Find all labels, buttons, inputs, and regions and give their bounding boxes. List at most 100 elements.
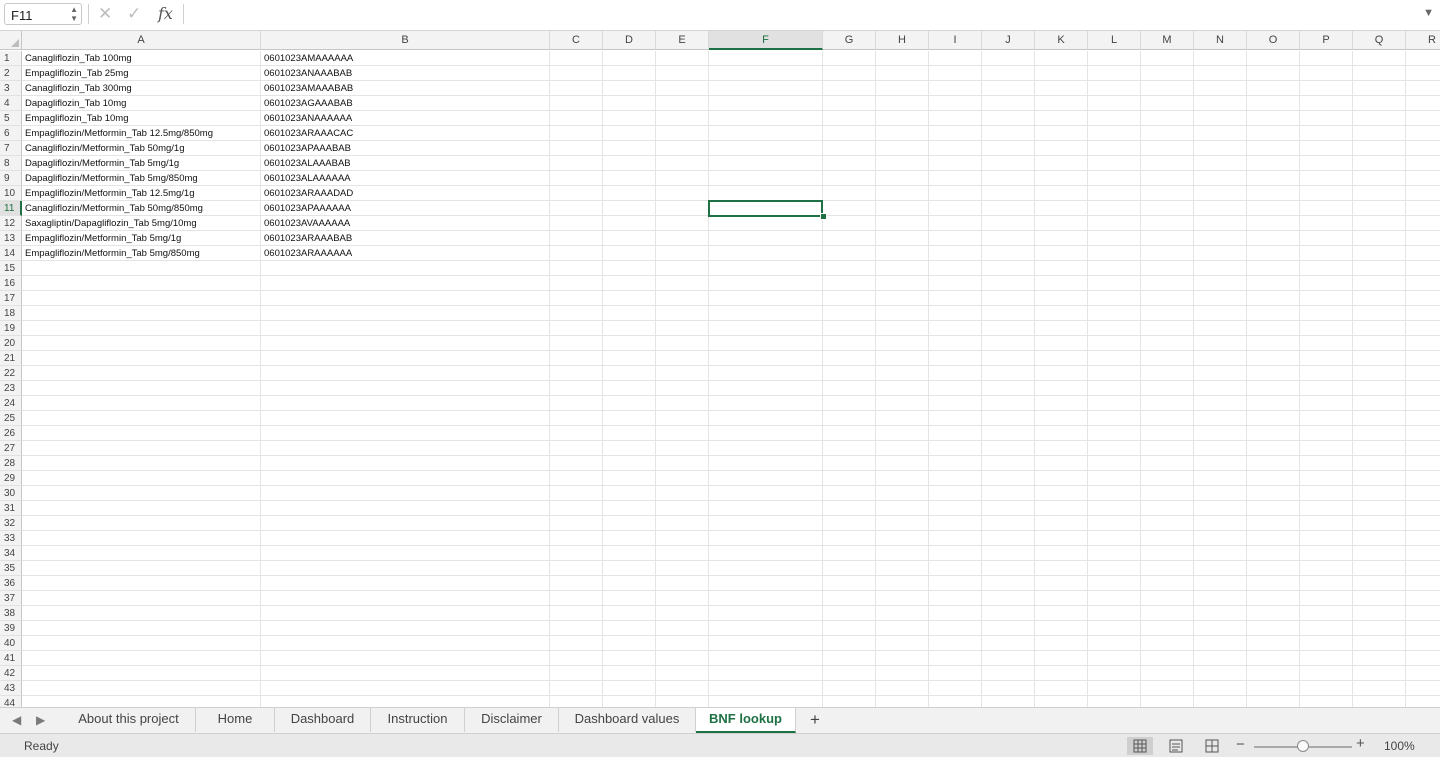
select-all-corner[interactable] xyxy=(0,31,22,50)
cell-b[interactable]: 0601023ANAAABAB xyxy=(261,66,550,81)
row-header[interactable]: 12 xyxy=(0,216,22,231)
cell-b[interactable]: 0601023APAAAAAA xyxy=(261,201,550,216)
row-header[interactable]: 4 xyxy=(0,96,22,111)
cell-b[interactable]: 0601023APAAABAB xyxy=(261,141,550,156)
active-cell-selection[interactable] xyxy=(708,200,823,217)
row-header[interactable]: 28 xyxy=(0,456,22,471)
cell-b[interactable]: 0601023ARAAACAC xyxy=(261,126,550,141)
row-header[interactable]: 17 xyxy=(0,291,22,306)
cell-b[interactable]: 0601023AGAAABAB xyxy=(261,96,550,111)
row-header[interactable]: 40 xyxy=(0,636,22,651)
cell-a[interactable]: Empagliflozin/Metformin_Tab 12.5mg/1g xyxy=(22,186,261,201)
prev-sheet-icon[interactable]: ◀ xyxy=(12,713,21,727)
row-header[interactable]: 1 xyxy=(0,51,22,66)
cell-a[interactable]: Empagliflozin_Tab 10mg xyxy=(22,111,261,126)
name-box-stepper-icon[interactable]: ▲ ▼ xyxy=(70,5,78,23)
row-header[interactable]: 9 xyxy=(0,171,22,186)
column-header-l[interactable]: L xyxy=(1088,31,1141,50)
close-icon[interactable]: ✕ xyxy=(98,4,112,24)
column-header-h[interactable]: H xyxy=(876,31,929,50)
row-header[interactable]: 14 xyxy=(0,246,22,261)
row-header[interactable]: 7 xyxy=(0,141,22,156)
row-header[interactable]: 3 xyxy=(0,81,22,96)
column-header-o[interactable]: O xyxy=(1247,31,1300,50)
row-header[interactable]: 36 xyxy=(0,576,22,591)
check-icon[interactable]: ✓ xyxy=(127,4,141,24)
row-header[interactable]: 35 xyxy=(0,561,22,576)
sheet-tab[interactable]: BNF lookup xyxy=(696,708,796,733)
fx-icon[interactable]: fx xyxy=(158,4,173,23)
row-header[interactable]: 23 xyxy=(0,381,22,396)
cell-b[interactable]: 0601023ANAAAAAA xyxy=(261,111,550,126)
cell-a[interactable]: Canagliflozin/Metformin_Tab 50mg/850mg xyxy=(22,201,261,216)
column-header-i[interactable]: I xyxy=(929,31,982,50)
sheet-tab[interactable]: Dashboard xyxy=(275,708,371,732)
column-header-p[interactable]: P xyxy=(1300,31,1353,50)
cell-a[interactable]: Empagliflozin/Metformin_Tab 12.5mg/850mg xyxy=(22,126,261,141)
next-sheet-icon[interactable]: ▶ xyxy=(36,713,45,727)
zoom-out-icon[interactable]: − xyxy=(1236,736,1245,753)
column-header-g[interactable]: G xyxy=(823,31,876,50)
sheet-tab[interactable]: Home xyxy=(196,708,275,732)
row-header[interactable]: 33 xyxy=(0,531,22,546)
cell-a[interactable]: Empagliflozin/Metformin_Tab 5mg/1g xyxy=(22,231,261,246)
name-box[interactable]: F11 ▲ ▼ xyxy=(4,3,82,25)
cell-b[interactable]: 0601023ARAAAAAA xyxy=(261,246,550,261)
row-header[interactable]: 2 xyxy=(0,66,22,81)
row-header[interactable]: 42 xyxy=(0,666,22,681)
cell-a[interactable]: Saxagliptin/Dapagliflozin_Tab 5mg/10mg xyxy=(22,216,261,231)
cell-b[interactable]: 0601023ALAAAAAA xyxy=(261,171,550,186)
column-header-q[interactable]: Q xyxy=(1353,31,1406,50)
cell-b[interactable]: 0601023ARAAABAB xyxy=(261,231,550,246)
cell-a[interactable]: Dapagliflozin_Tab 10mg xyxy=(22,96,261,111)
cell-b[interactable]: 0601023AMAAAAAA xyxy=(261,51,550,66)
cell-a[interactable]: Canagliflozin_Tab 300mg xyxy=(22,81,261,96)
cell-a[interactable]: Empagliflozin/Metformin_Tab 5mg/850mg xyxy=(22,246,261,261)
row-header[interactable]: 10 xyxy=(0,186,22,201)
column-header-j[interactable]: J xyxy=(982,31,1035,50)
row-header[interactable]: 24 xyxy=(0,396,22,411)
row-header[interactable]: 15 xyxy=(0,261,22,276)
column-header-b[interactable]: B xyxy=(261,31,550,50)
column-header-d[interactable]: D xyxy=(603,31,656,50)
zoom-in-icon[interactable]: + xyxy=(1356,735,1365,752)
cell-a[interactable]: Dapagliflozin/Metformin_Tab 5mg/850mg xyxy=(22,171,261,186)
row-header[interactable]: 37 xyxy=(0,591,22,606)
column-header-f[interactable]: F xyxy=(709,31,823,50)
cell-b[interactable]: 0601023ALAAABAB xyxy=(261,156,550,171)
column-header-k[interactable]: K xyxy=(1035,31,1088,50)
row-header[interactable]: 25 xyxy=(0,411,22,426)
row-header[interactable]: 38 xyxy=(0,606,22,621)
row-header[interactable]: 19 xyxy=(0,321,22,336)
page-layout-view-button[interactable] xyxy=(1163,737,1189,755)
cell-b[interactable]: 0601023ARAAADAD xyxy=(261,186,550,201)
row-header[interactable]: 26 xyxy=(0,426,22,441)
sheet-tab[interactable]: Dashboard values xyxy=(559,708,696,732)
cell-b[interactable]: 0601023AMAAABAB xyxy=(261,81,550,96)
sheet-tab[interactable]: Disclaimer xyxy=(465,708,559,732)
zoom-slider-handle[interactable] xyxy=(1297,740,1309,752)
formula-input[interactable] xyxy=(186,3,1420,27)
row-header[interactable]: 5 xyxy=(0,111,22,126)
row-header[interactable]: 8 xyxy=(0,156,22,171)
row-header[interactable]: 43 xyxy=(0,681,22,696)
cell-a[interactable]: Empagliflozin_Tab 25mg xyxy=(22,66,261,81)
row-header[interactable]: 34 xyxy=(0,546,22,561)
row-header[interactable]: 39 xyxy=(0,621,22,636)
row-header[interactable]: 29 xyxy=(0,471,22,486)
row-header[interactable]: 16 xyxy=(0,276,22,291)
column-header-a[interactable]: A xyxy=(22,31,261,50)
column-header-m[interactable]: M xyxy=(1141,31,1194,50)
row-header[interactable]: 11 xyxy=(0,201,22,216)
cell-b[interactable]: 0601023AVAAAAAA xyxy=(261,216,550,231)
row-header[interactable]: 22 xyxy=(0,366,22,381)
row-header[interactable]: 13 xyxy=(0,231,22,246)
sheet-tab[interactable]: About this project xyxy=(62,708,196,732)
row-header[interactable]: 18 xyxy=(0,306,22,321)
row-header[interactable]: 32 xyxy=(0,516,22,531)
row-header[interactable]: 27 xyxy=(0,441,22,456)
row-header[interactable]: 44 xyxy=(0,696,22,707)
cell-a[interactable]: Canagliflozin/Metformin_Tab 50mg/1g xyxy=(22,141,261,156)
column-header-n[interactable]: N xyxy=(1194,31,1247,50)
row-header[interactable]: 6 xyxy=(0,126,22,141)
